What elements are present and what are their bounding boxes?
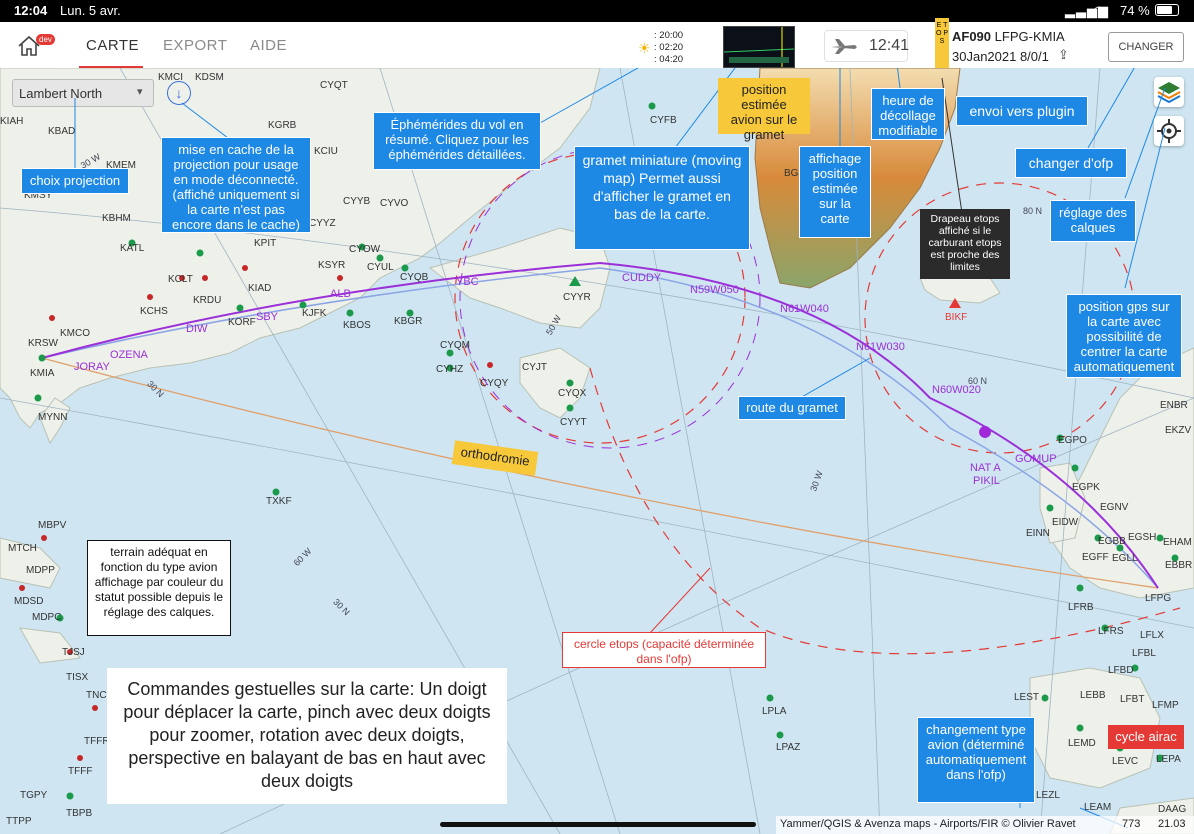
annotation-projection: choix projection xyxy=(21,168,129,194)
tab-carte[interactable]: CARTE xyxy=(86,37,139,54)
flight-info[interactable]: AF090 LFPG-KMIA xyxy=(952,29,1065,44)
annotation-ephemerides: Éphémérides du vol en résumé. Cliquez po… xyxy=(373,112,541,170)
ios-status-bar: 12:04 Lun. 5 avr. ▂▃▅▆ ◠ 74 % xyxy=(0,0,1194,22)
annotation-change-ofp: changer d'ofp xyxy=(1015,148,1127,178)
flight-number: AF090 xyxy=(952,29,992,44)
annotation-terrain: terrain adéquat en fonction du type avio… xyxy=(87,540,231,636)
flight-route: LFPG-KMIA xyxy=(994,29,1065,44)
status-battery: 74 % xyxy=(1120,3,1150,18)
annotation-gramet-mini: gramet miniature (moving map) Permet aus… xyxy=(574,146,750,250)
annotation-aircraft-type: changement type avion (déterminé automat… xyxy=(917,717,1035,803)
annotation-gramet-route: route du gramet xyxy=(738,396,846,420)
annotation-plugin: envoi vers plugin xyxy=(956,96,1088,126)
tab-aide[interactable]: AIDE xyxy=(250,37,287,54)
annotation-etops-flag: Drapeau etops affiché si le carburant et… xyxy=(920,209,1010,279)
tab-export[interactable]: EXPORT xyxy=(163,37,227,54)
sun-icon: ☀ xyxy=(638,40,651,56)
share-icon[interactable]: ⇪ xyxy=(1058,47,1069,63)
attribution-text: Yammer/QGIS & Avenza maps - Airports/FIR… xyxy=(780,818,1076,830)
status-time: 12:04 xyxy=(14,3,48,18)
annotation-takeoff-time: heure de décollage modifiable xyxy=(871,88,945,140)
change-ofp-button[interactable]: CHANGER xyxy=(1108,32,1184,62)
annotation-etops-circle: cercle etops (capacité déterminée dans l… xyxy=(562,632,766,668)
aircraft-type-code[interactable]: 773 xyxy=(1122,818,1140,830)
battery-icon xyxy=(1155,4,1179,16)
ephem-3: : 04:20 xyxy=(654,54,684,65)
annotation-gps: position gps sur la carte avec possibili… xyxy=(1066,294,1182,378)
status-date: Lun. 5 avr. xyxy=(60,3,121,18)
gramet-miniature[interactable] xyxy=(723,26,795,68)
annotation-cache: mise en cache de la projection pour usag… xyxy=(161,137,311,233)
ephemerides-summary[interactable]: ☀ : 20:00 : 02:20 : 04:20 xyxy=(636,30,696,66)
annotation-estimated-map: affichage position estimée sur la carte xyxy=(799,146,871,238)
takeoff-time: 12:41 xyxy=(869,37,910,54)
app-header: dev CARTE EXPORT AIDE ☀ : 20:00 : 02:20 … xyxy=(0,18,1194,70)
airac-version[interactable]: 21.03 xyxy=(1158,818,1186,830)
airac-cycle-badge[interactable]: cycle airac xyxy=(1108,725,1184,749)
annotation-estimated-gramet: position estimée avion sur le gramet xyxy=(718,78,810,142)
ephem-2: : 02:20 xyxy=(654,42,684,53)
map-view[interactable]: JORAY OZENA DIW SBY ALB YBC CUDDY N59W05… xyxy=(0,68,1194,834)
dev-badge: dev xyxy=(36,34,55,45)
etops-flag[interactable]: E T O P S xyxy=(935,18,949,70)
ephem-1: : 20:00 xyxy=(654,30,684,41)
wifi-icon: ◠ xyxy=(1093,3,1105,18)
annotation-layers: réglage des calques xyxy=(1050,200,1136,242)
airplane-icon xyxy=(831,39,857,54)
home-indicator xyxy=(440,822,756,827)
flight-date: 30Jan2021 8/0/1 xyxy=(952,49,1049,64)
annotation-gestures: Commandes gestuelles sur la carte: Un do… xyxy=(107,668,507,804)
attribution-bar: Yammer/QGIS & Avenza maps - Airports/FIR… xyxy=(776,816,1194,834)
takeoff-time-field[interactable]: 12:41 xyxy=(824,30,910,62)
gramet-preview-icon xyxy=(723,27,795,67)
